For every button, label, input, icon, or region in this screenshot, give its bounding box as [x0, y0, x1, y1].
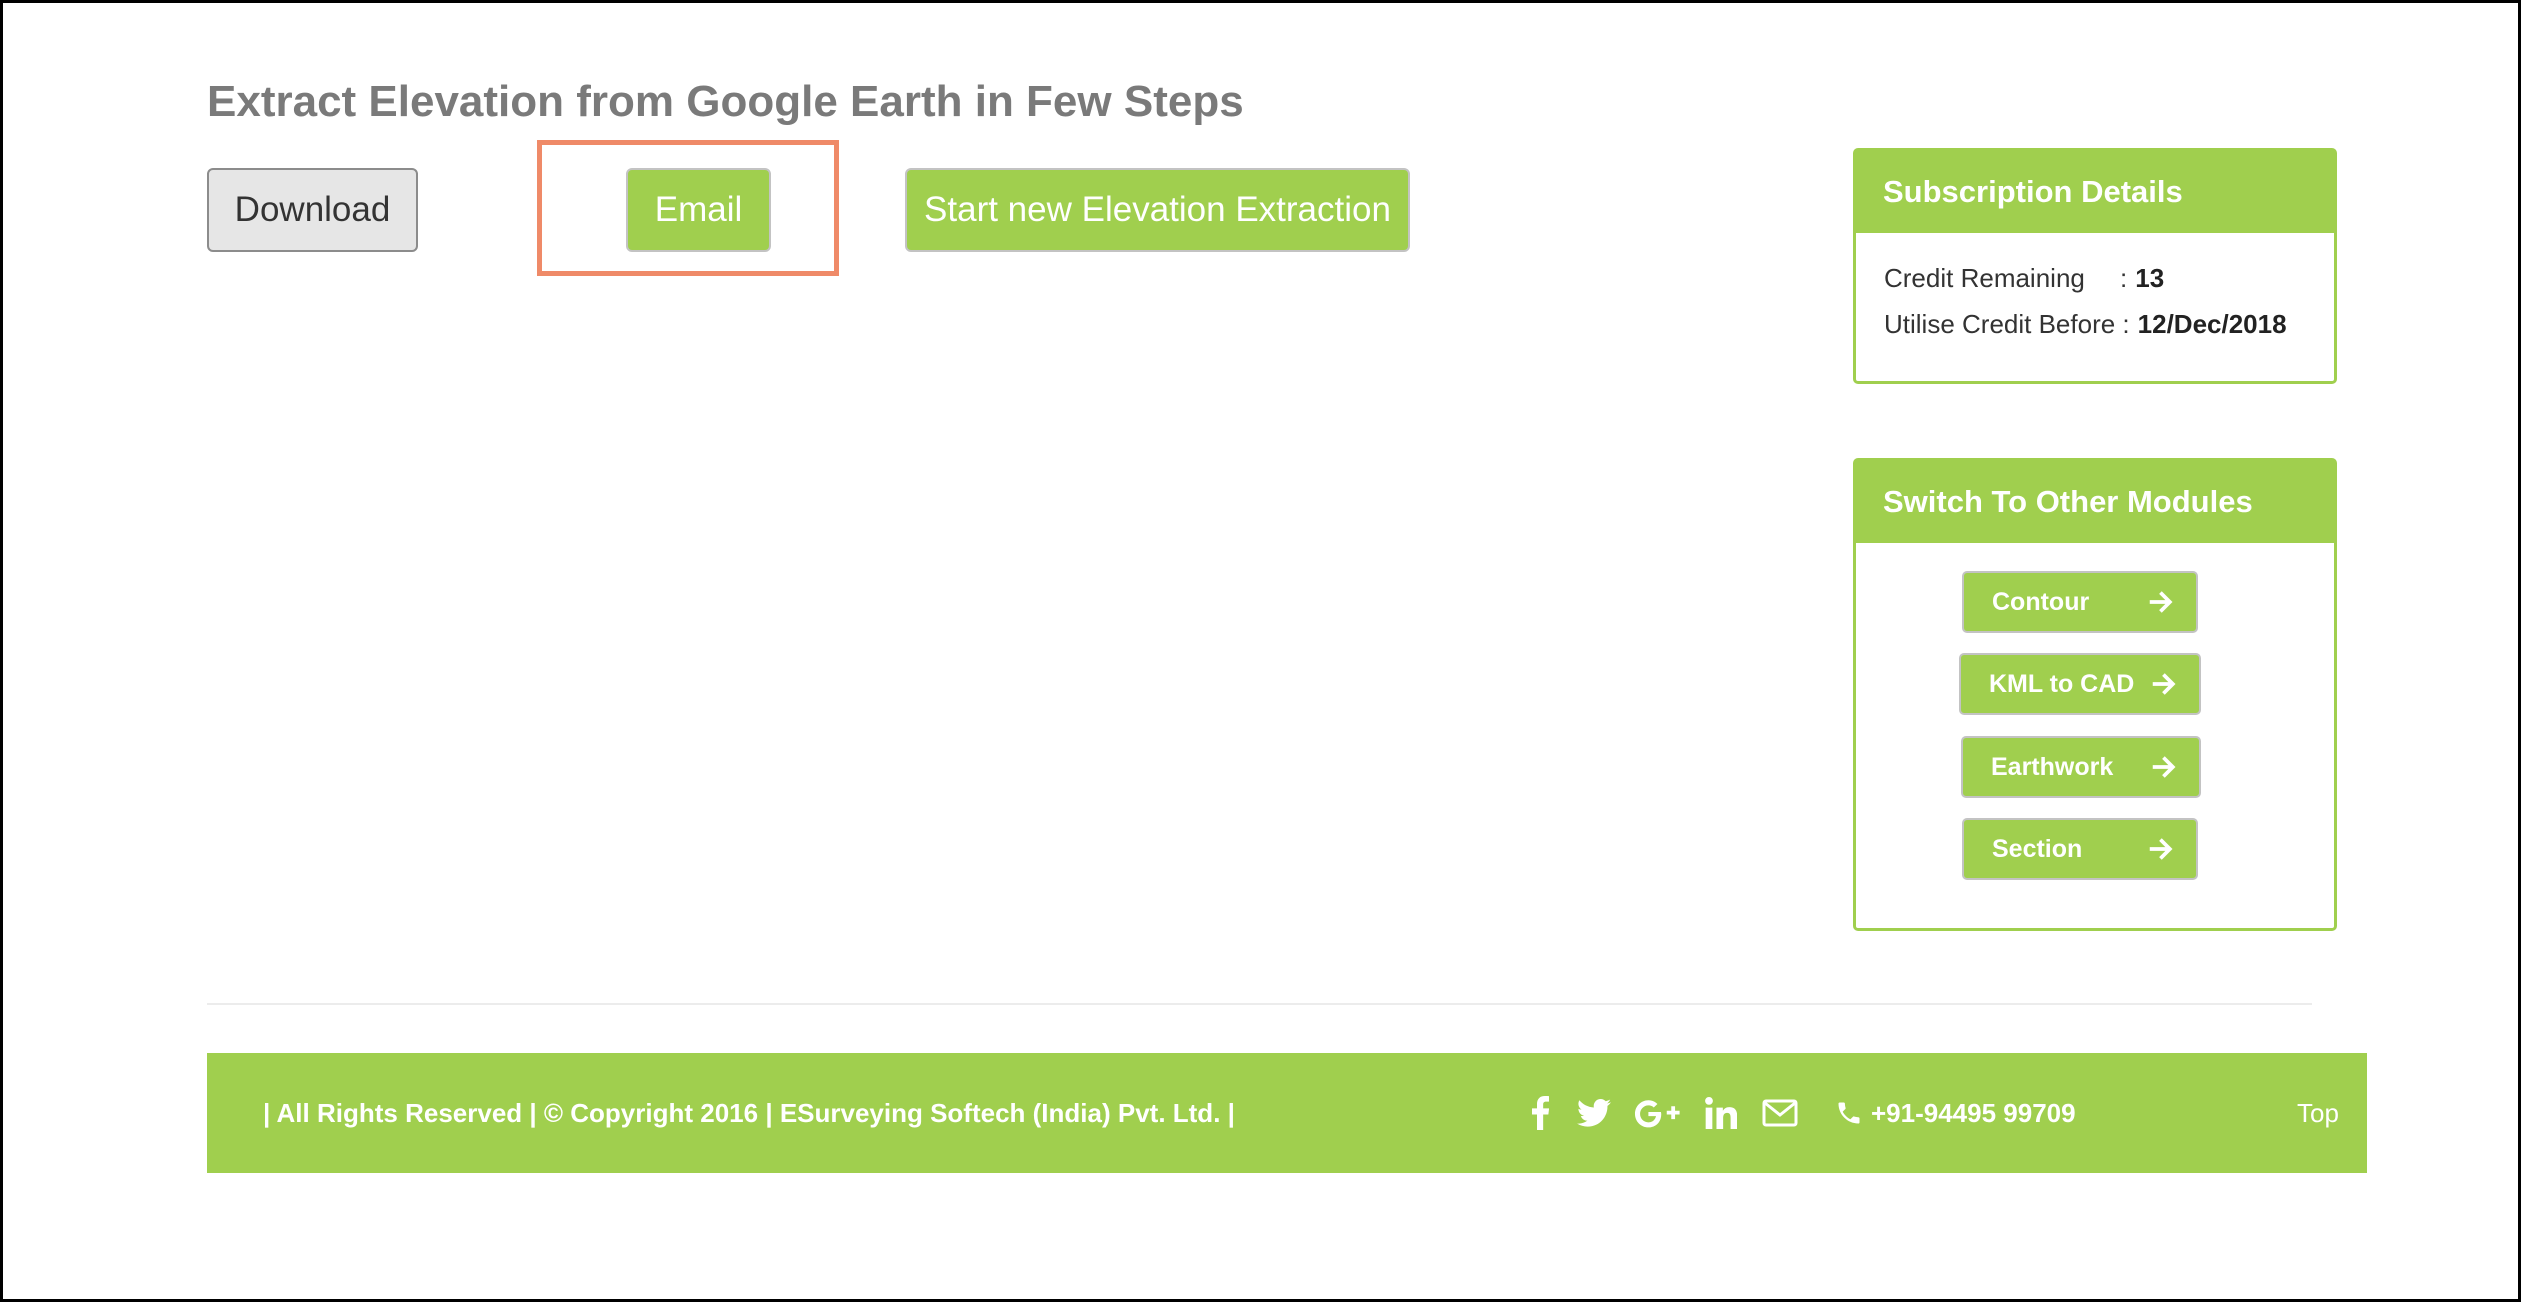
subscription-panel-heading: Subscription Details [1856, 151, 2334, 233]
google-plus-icon[interactable] [1633, 1053, 1681, 1173]
utilise-credit-row: Utilise Credit Before : 12/Dec/2018 [1884, 309, 2287, 340]
utilise-credit-label: Utilise Credit Before : [1884, 309, 2130, 339]
download-button[interactable]: Download [207, 168, 418, 252]
page-title: Extract Elevation from Google Earth in F… [207, 77, 1244, 126]
arrow-right-icon [2149, 838, 2173, 860]
email-button[interactable]: Email [626, 168, 771, 252]
footer-phone[interactable]: +91-94495 99709 [1835, 1053, 2076, 1173]
linkedin-icon[interactable] [1705, 1053, 1737, 1173]
credit-remaining-row: Credit Remaining : 13 [1884, 263, 2164, 294]
subscription-panel: Subscription Details Credit Remaining : … [1853, 148, 2337, 384]
module-kml-to-cad-button[interactable]: KML to CAD [1959, 653, 2201, 715]
footer-copyright: | All Rights Reserved | © Copyright 2016… [263, 1097, 1235, 1128]
arrow-right-icon [2149, 591, 2173, 613]
module-section-button[interactable]: Section [1962, 818, 2198, 880]
phone-number: +91-94495 99709 [1871, 1097, 2076, 1128]
envelope-icon[interactable] [1762, 1053, 1798, 1173]
utilise-credit-value: 12/Dec/2018 [2137, 309, 2287, 339]
footer: | All Rights Reserved | © Copyright 2016… [207, 1053, 2367, 1173]
arrow-right-icon [2152, 673, 2176, 695]
module-contour-button[interactable]: Contour [1962, 571, 2198, 633]
twitter-icon[interactable] [1577, 1053, 1611, 1173]
credit-remaining-label: Credit Remaining [1884, 263, 2085, 293]
module-button-label: Earthwork [1991, 752, 2114, 781]
phone-icon [1838, 1102, 1860, 1124]
start-new-extraction-button[interactable]: Start new Elevation Extraction [905, 168, 1410, 252]
back-to-top-link[interactable]: Top [2297, 1053, 2339, 1173]
facebook-icon[interactable] [1532, 1053, 1549, 1173]
modules-panel-heading: Switch To Other Modules [1856, 461, 2334, 543]
module-button-label: Contour [1992, 587, 2090, 616]
page-frame: Extract Elevation from Google Earth in F… [0, 0, 2521, 1302]
module-button-label: Section [1992, 834, 2083, 863]
footer-divider [207, 1003, 2312, 1005]
credit-remaining-value: 13 [2135, 263, 2165, 293]
module-earthwork-button[interactable]: Earthwork [1961, 736, 2201, 798]
module-button-label: KML to CAD [1989, 669, 2135, 698]
arrow-right-icon [2152, 756, 2176, 778]
credit-remaining-separator: : [2120, 263, 2128, 293]
modules-panel: Switch To Other Modules Contour KML to C… [1853, 458, 2337, 931]
